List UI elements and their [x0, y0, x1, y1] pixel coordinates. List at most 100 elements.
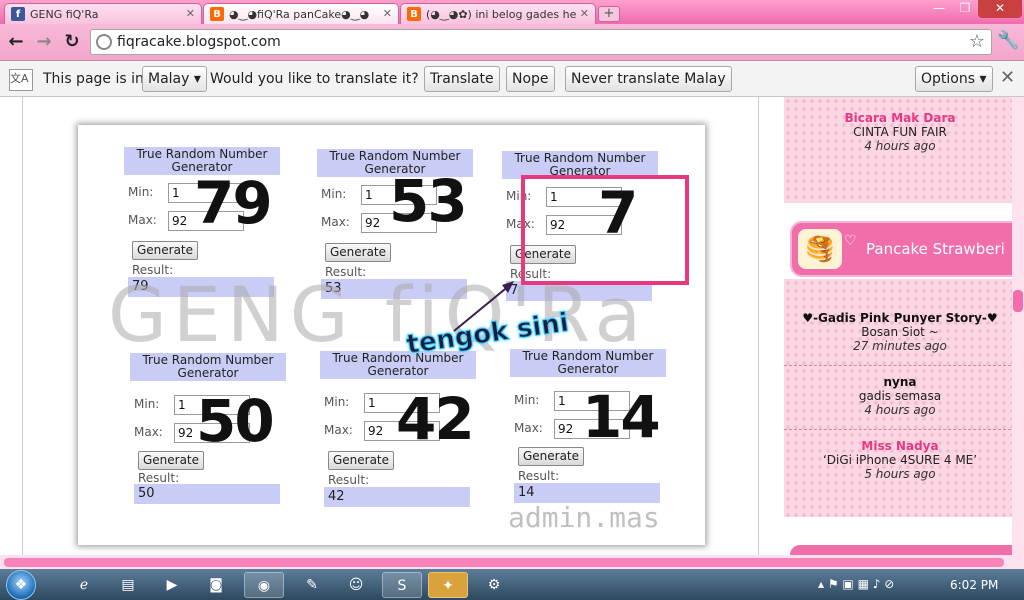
min-label: Min: — [128, 185, 154, 199]
post-title-link[interactable]: Bosan Siot ~ — [784, 325, 1016, 339]
vertical-scrollbar[interactable] — [1012, 97, 1024, 555]
globe-icon — [96, 34, 112, 50]
post-time: 4 hours ago — [864, 403, 936, 417]
system-tray[interactable]: ▴ ⚑ ▣ ▦ ♪ ⊘ — [818, 577, 894, 591]
back-arrow-icon[interactable]: ← — [4, 30, 28, 54]
language-value: Malay — [148, 71, 190, 87]
widget-title: Pancake Strawberi — [866, 240, 1005, 258]
nope-button[interactable]: Nope — [506, 66, 555, 92]
tab-belog-gades[interactable]: B (◕‿◕✿) ini belog gades he ✕ — [400, 3, 596, 24]
min-label: Min: — [134, 397, 160, 411]
tool-icon[interactable]: ⚙ — [474, 572, 514, 598]
heart-icon: ♡ — [844, 233, 857, 249]
skype-icon[interactable]: S — [382, 572, 422, 598]
result-label: Result: — [518, 469, 560, 483]
start-button[interactable]: ❖ — [6, 570, 36, 600]
dropdown-arrow-icon: ▾ — [979, 71, 987, 87]
close-icon[interactable]: ✕ — [580, 7, 589, 20]
handwritten-number: 53 — [389, 167, 468, 235]
tab-strip: f GENG fiQ'Ra ✕ B ◕‿◕fiQ'Ra panCake◕‿◕ ✕… — [0, 0, 1024, 24]
post-time: 27 minutes ago — [853, 339, 947, 353]
signature-text: admin.mas — [508, 501, 660, 534]
media-player-icon[interactable]: ▶ — [152, 572, 192, 598]
close-window-button[interactable]: ✕ — [978, 0, 1022, 18]
language-select[interactable]: Malay ▾ — [142, 66, 207, 92]
generate-button[interactable]: Generate — [328, 451, 394, 470]
folder-icon[interactable]: ▤ — [108, 572, 148, 598]
chrome-icon[interactable]: ◉ — [244, 572, 284, 598]
browser-toolbar: ← → ↻ fiqracake.blogspot.com ☆ 🔧 — [0, 24, 1024, 61]
blog-title-link[interactable]: nyna — [784, 375, 1016, 389]
tab-geng-fiqra[interactable]: f GENG fiQ'Ra ✕ — [4, 3, 202, 24]
divider — [758, 97, 759, 555]
widget-header: 🥞 ♡ Pancake Strawberi — [790, 221, 1016, 277]
result-value: 42 — [324, 487, 470, 507]
highlight-box — [521, 175, 689, 285]
handwritten-number: 79 — [194, 169, 273, 237]
facebook-icon: f — [11, 7, 25, 21]
windows-taskbar: ❖ ℯ ▤ ▶ ◙ ◉ ✎ ☺ S ✦ ⚙ ▴ ⚑ ▣ ▦ ♪ ⊘ 6:02 P… — [0, 569, 1024, 600]
messenger-icon[interactable]: ☺ — [336, 572, 376, 598]
tab-title: (◕‿◕✿) ini belog gades he — [426, 7, 576, 21]
min-label: Min: — [324, 395, 350, 409]
blog-list-item: nyna gadis semasa 4 hours ago — [784, 375, 1016, 417]
post-time: 4 hours ago — [864, 139, 936, 153]
post-title-link[interactable]: gadis semasa — [784, 389, 1016, 403]
result-label: Result: — [328, 473, 370, 487]
wrench-icon[interactable]: 🔧 — [997, 30, 1019, 51]
generate-button[interactable]: Generate — [138, 451, 204, 470]
dropdown-arrow-icon: ▾ — [193, 71, 201, 87]
min-label: Min: — [321, 187, 347, 201]
widget-header — [790, 545, 1016, 555]
never-translate-button[interactable]: Never translate Malay — [565, 66, 732, 92]
random-number-generator: True Random Number Generator Min: 1 Max:… — [510, 349, 670, 509]
max-label: Max: — [324, 423, 353, 437]
maximize-button[interactable]: ❐ — [952, 0, 978, 18]
url-text[interactable]: fiqracake.blogspot.com — [117, 34, 281, 50]
translate-question: Would you like to translate it? — [210, 71, 419, 87]
close-icon[interactable]: ✕ — [186, 7, 195, 20]
scrollbar-thumb[interactable] — [4, 558, 1004, 567]
new-tab-button[interactable]: + — [598, 6, 620, 22]
close-icon[interactable]: ✕ — [383, 7, 392, 20]
max-label: Max: — [321, 215, 350, 229]
generate-button[interactable]: Generate — [325, 243, 391, 262]
translate-button[interactable]: Translate — [424, 66, 500, 92]
tab-title: ◕‿◕fiQ'Ra panCake◕‿◕ — [229, 7, 370, 21]
acrobat-icon[interactable]: ✎ — [292, 572, 332, 598]
blog-title-link[interactable]: ♥-Gadis Pink Punyer Story-♥ — [784, 311, 1016, 325]
camera-icon[interactable]: ◙ — [196, 572, 236, 598]
divider — [784, 429, 1016, 430]
paint-icon[interactable]: ✦ — [428, 572, 468, 598]
minimize-button[interactable]: — — [926, 0, 952, 18]
forward-arrow-icon[interactable]: → — [32, 30, 56, 54]
max-label: Max: — [514, 421, 543, 435]
clock[interactable]: 6:02 PM — [950, 578, 998, 592]
generate-button[interactable]: Generate — [132, 241, 198, 260]
tab-fiqra-pancake[interactable]: B ◕‿◕fiQ'Ra panCake◕‿◕ ✕ — [203, 3, 399, 24]
max-label: Max: — [134, 425, 163, 439]
blog-title-link[interactable]: Bicara Mak Dara — [784, 111, 1016, 125]
generate-button[interactable]: Generate — [518, 447, 584, 466]
reload-icon[interactable]: ↻ — [60, 30, 84, 54]
blog-sidebar: Bicara Mak Dara CINTA FUN FAIR 4 hours a… — [784, 97, 1024, 555]
options-label: Options — [921, 71, 976, 87]
close-infobar-icon[interactable]: ✕ — [1000, 67, 1015, 88]
address-bar[interactable]: fiqracake.blogspot.com ☆ — [90, 29, 992, 55]
post-title-link[interactable]: CINTA FUN FAIR — [784, 125, 1016, 139]
tab-title: GENG fiQ'Ra — [30, 7, 99, 21]
scrollbar-thumb[interactable] — [1013, 290, 1023, 312]
handwritten-number: 42 — [396, 385, 475, 453]
options-button[interactable]: Options ▾ — [915, 66, 993, 92]
max-label: Max: — [128, 213, 157, 227]
bookmark-star-icon[interactable]: ☆ — [969, 31, 985, 52]
blog-list-item: ♥-Gadis Pink Punyer Story-♥ Bosan Siot ~… — [784, 311, 1016, 353]
blog-list-item: Bicara Mak Dara CINTA FUN FAIR 4 hours a… — [784, 111, 1016, 153]
post-title-link[interactable]: ‘DiGi iPhone 4SURE 4 ME’ — [784, 453, 1016, 467]
divider — [22, 97, 23, 555]
blog-title-link[interactable]: Miss Nadya — [784, 439, 1016, 453]
handwritten-number: 14 — [582, 383, 661, 451]
web-page: True Random Number Generator Min: 1 Max:… — [0, 97, 1024, 555]
random-number-generator: True Random Number Generator Min: 1 Max:… — [320, 351, 480, 511]
internet-explorer-icon[interactable]: ℯ — [64, 572, 104, 598]
